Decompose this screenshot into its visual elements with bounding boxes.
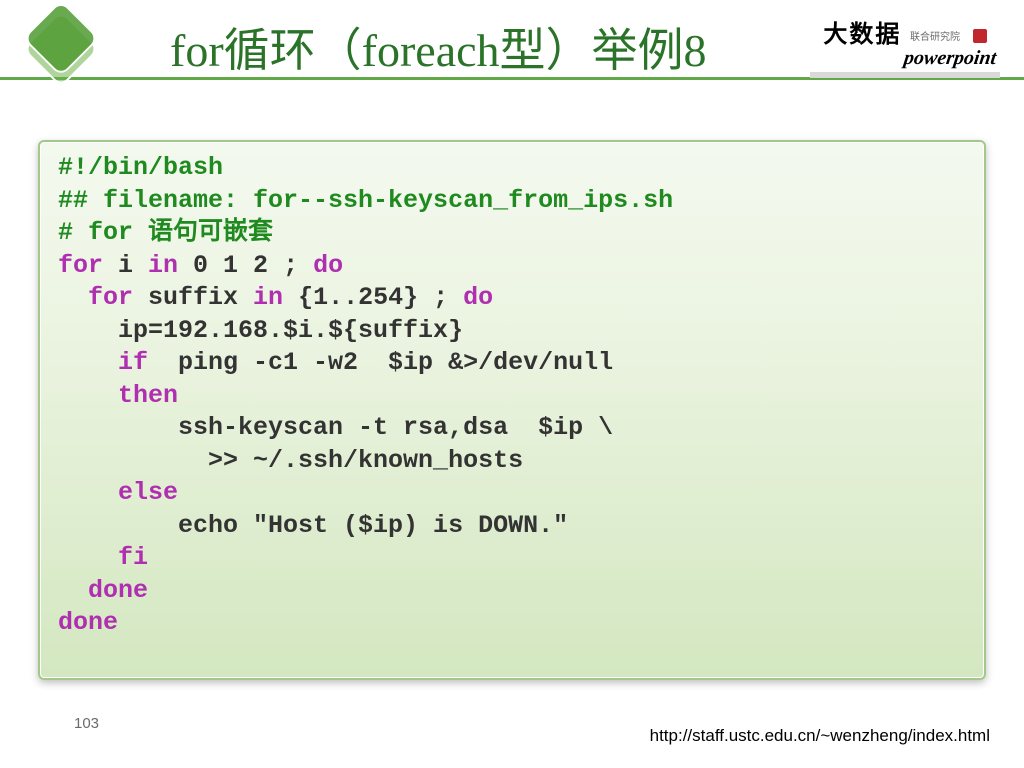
code-line: >> ~/.ssh/known_hosts bbox=[58, 446, 523, 475]
corner-cube-icon bbox=[14, 2, 108, 96]
code-line: # for 语句可嵌套 bbox=[58, 218, 273, 247]
code-line: ## filename: for--ssh-keyscan_from_ips.s… bbox=[58, 186, 673, 215]
code-line: done bbox=[58, 576, 148, 605]
badge-underline bbox=[810, 72, 1000, 78]
badge-powerpoint: powerpoint bbox=[902, 47, 997, 70]
slide-title: for循环（foreach型）举例8 bbox=[170, 14, 707, 80]
title-bar: for循环（foreach型）举例8 大数据 联合研究院 powerpoint bbox=[0, 0, 1024, 80]
code-line: ip=192.168.$i.${suffix} bbox=[58, 316, 463, 345]
code-line: then bbox=[58, 381, 178, 410]
code-line: ssh-keyscan -t rsa,dsa $ip \ bbox=[58, 413, 613, 442]
code-line: echo "Host ($ip) is DOWN." bbox=[58, 511, 568, 540]
code-line: fi bbox=[58, 543, 148, 572]
badge-sub: 联合研究院 bbox=[910, 32, 960, 43]
page-number: 103 bbox=[74, 715, 99, 732]
code-line: else bbox=[58, 478, 178, 507]
seal-icon bbox=[973, 29, 987, 43]
code-line: for suffix in {1..254} ; do bbox=[58, 283, 493, 312]
code-content: #!/bin/bash ## filename: for--ssh-keysca… bbox=[58, 152, 966, 640]
code-box: #!/bin/bash ## filename: for--ssh-keysca… bbox=[38, 140, 986, 680]
code-line: done bbox=[58, 608, 118, 637]
badge-main: 大数据 bbox=[823, 21, 901, 48]
code-line: #!/bin/bash bbox=[58, 153, 223, 182]
brand-badge: 大数据 联合研究院 powerpoint bbox=[810, 14, 1000, 78]
footer-url: http://staff.ustc.edu.cn/~wenzheng/index… bbox=[650, 726, 990, 746]
code-line: if ping -c1 -w2 $ip &>/dev/null bbox=[58, 348, 613, 377]
code-line: for i in 0 1 2 ; do bbox=[58, 251, 343, 280]
